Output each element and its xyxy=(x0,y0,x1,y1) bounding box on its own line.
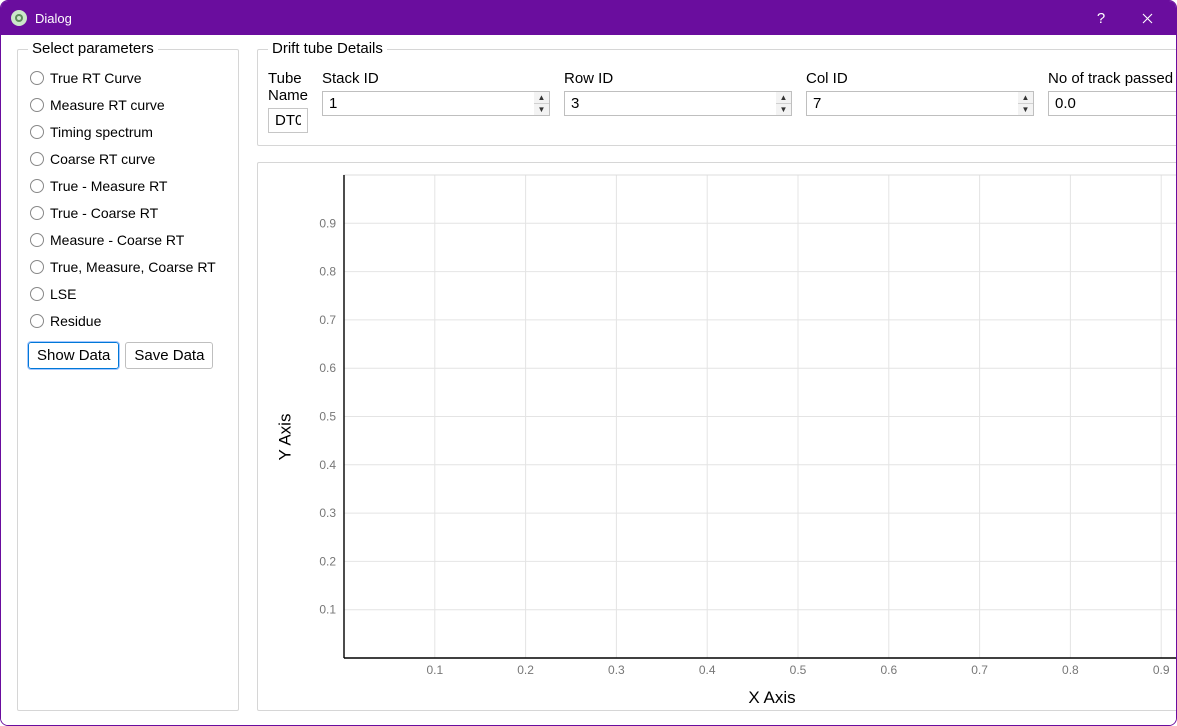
save-data-button[interactable]: Save Data xyxy=(125,342,213,369)
svg-text:0.6: 0.6 xyxy=(319,361,336,375)
radio-icon xyxy=(30,152,44,166)
plot-canvas[interactable]: 0.1 0.2 0.3 0.4 0.5 0.6 0.7 0.8 0.9 0.1 0.2 0.3 0.4 0… xyxy=(308,169,1177,680)
radio-icon xyxy=(30,287,44,301)
radio-icon xyxy=(30,206,44,220)
spin-up-icon[interactable]: ▲ xyxy=(776,92,791,103)
svg-text:0.1: 0.1 xyxy=(426,663,443,677)
radio-icon xyxy=(30,260,44,274)
spin-up-icon[interactable]: ▲ xyxy=(534,92,549,103)
field-ntracks: No of track passed ▲ ▼ xyxy=(1048,70,1177,133)
show-data-button[interactable]: Show Data xyxy=(28,342,119,369)
right-panel: Drift tube Details Tube Name Stack ID ▲ … xyxy=(257,49,1177,711)
field-label: Tube Name xyxy=(268,70,308,104)
svg-text:0.6: 0.6 xyxy=(880,663,897,677)
svg-text:0.2: 0.2 xyxy=(517,663,534,677)
radio-measure-rt-curve[interactable]: Measure RT curve xyxy=(26,91,230,118)
parameters-legend: Select parameters xyxy=(28,40,158,57)
client-area: Select parameters True RT Curve Measure … xyxy=(1,35,1176,725)
svg-text:0.7: 0.7 xyxy=(319,313,336,327)
radio-label: True RT Curve xyxy=(50,70,142,86)
radio-residue[interactable]: Residue xyxy=(26,307,230,334)
svg-text:0.9: 0.9 xyxy=(1153,663,1170,677)
titlebar[interactable]: Dialog ? xyxy=(1,1,1176,35)
dialog-window: Dialog ? Select parameters True RT Curve… xyxy=(0,0,1177,726)
field-label: Stack ID xyxy=(322,70,550,87)
spin-down-icon[interactable]: ▼ xyxy=(1018,103,1033,115)
col-id-spin[interactable]: ▲ ▼ xyxy=(1018,91,1034,116)
spin-down-icon[interactable]: ▼ xyxy=(534,103,549,115)
spin-up-icon[interactable]: ▲ xyxy=(1018,92,1033,103)
radio-label: Timing spectrum xyxy=(50,124,153,140)
window-title: Dialog xyxy=(35,11,72,26)
ntracks-input[interactable] xyxy=(1048,91,1177,116)
svg-text:0.8: 0.8 xyxy=(319,265,336,279)
radio-label: True - Coarse RT xyxy=(50,205,158,221)
parameters-groupbox: Select parameters True RT Curve Measure … xyxy=(17,49,239,711)
parameters-panel: Select parameters True RT Curve Measure … xyxy=(17,49,239,711)
radio-label: True - Measure RT xyxy=(50,178,167,194)
row-id-spin[interactable]: ▲ ▼ xyxy=(776,91,792,116)
tube-name-input[interactable] xyxy=(268,108,308,133)
field-label: Row ID xyxy=(564,70,792,87)
spin-down-icon[interactable]: ▼ xyxy=(776,103,791,115)
close-button[interactable] xyxy=(1124,1,1170,35)
button-bar: Show Data Save Data xyxy=(26,342,230,369)
details-legend: Drift tube Details xyxy=(268,40,387,57)
row-id-input[interactable] xyxy=(564,91,776,116)
field-tube-name: Tube Name xyxy=(268,70,308,133)
radio-lse[interactable]: LSE xyxy=(26,280,230,307)
radio-measure-coarse-rt[interactable]: Measure - Coarse RT xyxy=(26,226,230,253)
radio-label: LSE xyxy=(50,286,76,302)
close-icon xyxy=(1142,13,1153,24)
radio-label: Coarse RT curve xyxy=(50,151,155,167)
x-axis-label: X Axis xyxy=(748,688,795,708)
svg-text:0.2: 0.2 xyxy=(319,554,336,568)
svg-text:0.8: 0.8 xyxy=(1062,663,1079,677)
radio-timing-spectrum[interactable]: Timing spectrum xyxy=(26,118,230,145)
field-col-id: Col ID ▲ ▼ xyxy=(806,70,1034,133)
radio-icon xyxy=(30,98,44,112)
field-row-id: Row ID ▲ ▼ xyxy=(564,70,792,133)
stack-id-input[interactable] xyxy=(322,91,534,116)
field-label: Col ID xyxy=(806,70,1034,87)
radio-icon xyxy=(30,71,44,85)
radio-icon xyxy=(30,179,44,193)
radio-icon xyxy=(30,125,44,139)
svg-text:0.5: 0.5 xyxy=(790,663,807,677)
y-axis-label: Y Axis xyxy=(275,413,295,460)
svg-text:0.7: 0.7 xyxy=(971,663,988,677)
radio-true-rt-curve[interactable]: True RT Curve xyxy=(26,64,230,91)
plot-frame[interactable]: Y Axis X Axis 0.10.20.30.40.50.60.70.80.… xyxy=(257,162,1177,711)
svg-text:0.3: 0.3 xyxy=(319,506,336,520)
app-icon xyxy=(11,10,27,26)
field-label: No of track passed xyxy=(1048,70,1177,87)
svg-text:0.4: 0.4 xyxy=(699,663,716,677)
details-groupbox: Drift tube Details Tube Name Stack ID ▲ … xyxy=(257,49,1177,146)
radio-icon xyxy=(30,233,44,247)
radio-icon xyxy=(30,314,44,328)
radio-true-measure-coarse-rt[interactable]: True, Measure, Coarse RT xyxy=(26,253,230,280)
radio-label: True, Measure, Coarse RT xyxy=(50,259,216,275)
col-id-input[interactable] xyxy=(806,91,1018,116)
svg-text:0.9: 0.9 xyxy=(319,216,336,230)
details-fields: Tube Name Stack ID ▲ ▼ xyxy=(268,70,1177,133)
radio-coarse-rt-curve[interactable]: Coarse RT curve xyxy=(26,145,230,172)
svg-text:0.3: 0.3 xyxy=(608,663,625,677)
svg-text:0.1: 0.1 xyxy=(319,603,336,617)
field-stack-id: Stack ID ▲ ▼ xyxy=(322,70,550,133)
radio-true-measure-rt[interactable]: True - Measure RT xyxy=(26,172,230,199)
help-button[interactable]: ? xyxy=(1078,1,1124,35)
radio-true-coarse-rt[interactable]: True - Coarse RT xyxy=(26,199,230,226)
svg-text:0.4: 0.4 xyxy=(319,458,336,472)
radio-label: Measure - Coarse RT xyxy=(50,232,184,248)
svg-text:0.5: 0.5 xyxy=(319,410,336,424)
stack-id-spin[interactable]: ▲ ▼ xyxy=(534,91,550,116)
radio-label: Residue xyxy=(50,313,101,329)
radio-label: Measure RT curve xyxy=(50,97,165,113)
